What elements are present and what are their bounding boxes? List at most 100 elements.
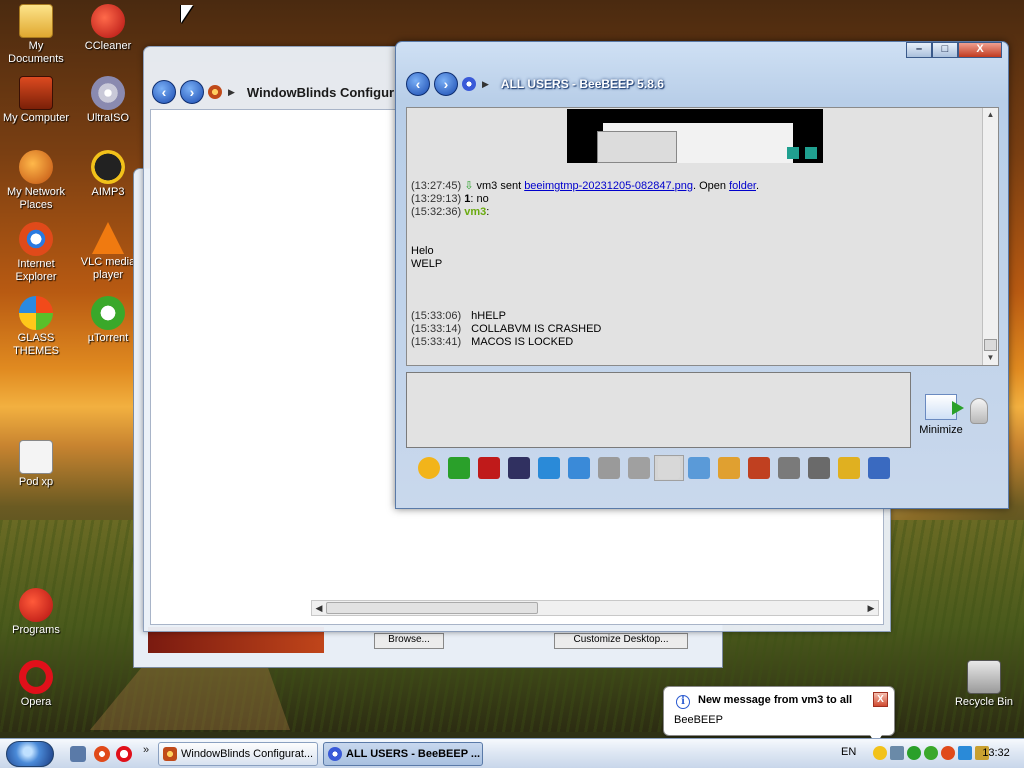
beebeep-logo-icon <box>462 77 476 91</box>
network-icon <box>19 150 53 184</box>
security-tray-icon[interactable] <box>941 746 955 760</box>
send-message-icon <box>925 394 964 420</box>
desktop-icon-label: Internet Explorer <box>15 258 57 283</box>
opera-quicklaunch-icon[interactable] <box>116 746 132 762</box>
chat-line: (15:33:06) hHELP <box>411 310 977 323</box>
emoticon-button[interactable] <box>414 455 444 481</box>
desktop-icon-label: Opera <box>20 696 52 708</box>
chat-text: . <box>756 180 760 192</box>
scroll-down-icon[interactable]: ▼ <box>983 351 998 365</box>
desktop-icon-label: Programs <box>12 624 60 636</box>
desktop-icon-label: My Documents <box>8 40 64 65</box>
microphone-icon[interactable] <box>970 398 988 424</box>
send-file-button[interactable] <box>684 455 714 481</box>
utorrent-tray-icon[interactable] <box>924 746 938 760</box>
send-button[interactable]: Minimize <box>919 394 964 436</box>
scroll-right-icon[interactable]: ▶ <box>864 601 878 615</box>
screenshot-icon <box>808 457 830 479</box>
notification-balloon[interactable]: i New message from vm3 to all BeeBEEP X <box>663 686 895 745</box>
text-case-icon <box>628 457 650 479</box>
font-button[interactable] <box>474 455 504 481</box>
vlc-cone-icon <box>92 222 124 254</box>
forward-arrow-icon[interactable]: › <box>180 80 204 104</box>
image-thumbnail[interactable] <box>567 109 823 163</box>
desktop-icon-recycle-bin[interactable]: Recycle Bin <box>948 660 1020 709</box>
windowblinds-toolbar: ‹ › ▶ WindowBlinds Configur <box>152 77 394 107</box>
html-code-icon <box>748 457 770 479</box>
vertical-scrollbar[interactable]: ▲ ▼ <box>982 108 998 365</box>
desktop-icon-opera[interactable]: Opera <box>0 660 72 709</box>
save-icon <box>868 457 890 479</box>
desktop-icon-pod-xp[interactable]: Pod xp <box>0 440 72 489</box>
window-title: ALL USERS - BeeBEEP 5.8.6 <box>500 77 664 91</box>
notes-button[interactable] <box>834 455 864 481</box>
start-button[interactable] <box>6 741 54 767</box>
notification-close-button[interactable]: X <box>873 692 888 707</box>
clock[interactable]: 13:32 <box>972 747 1020 759</box>
desktop-icon-my-network-places[interactable]: My Network Places <box>0 150 72 212</box>
taskbar-button-label: ALL USERS - BeeBEEP ... <box>346 748 481 760</box>
maximize-window-button[interactable]: □ <box>932 42 958 58</box>
scrollbar-thumb[interactable] <box>326 602 538 614</box>
filter-button[interactable] <box>534 455 564 481</box>
desktop-icon-label: My Network Places <box>6 186 66 211</box>
taskbar-button-beebeep[interactable]: ALL USERS - BeeBEEP ... <box>323 742 483 766</box>
music-note-button[interactable] <box>654 455 684 481</box>
chat-text: . Open <box>693 180 730 192</box>
taskbar-button-windowblinds[interactable]: WindowBlinds Configurat... <box>158 742 318 766</box>
back-arrow-icon[interactable]: ‹ <box>406 72 430 96</box>
firefox-icon[interactable] <box>94 746 110 762</box>
chat-text: MACOS IS LOCKED <box>471 336 574 348</box>
quicklaunch-more-icon[interactable]: » <box>143 744 149 756</box>
minimize-window-button[interactable]: – <box>906 42 932 58</box>
desktop-icon-label: My Computer <box>2 112 70 124</box>
customize-desktop-button[interactable]: Customize Desktop... <box>554 633 688 649</box>
horizontal-scrollbar[interactable]: ◀ ▶ <box>311 600 879 616</box>
record-button[interactable] <box>774 455 804 481</box>
chevron-down-button[interactable] <box>444 455 474 481</box>
forward-arrow-icon[interactable]: › <box>434 72 458 96</box>
chat-lines: (13:27:45) ⇩ vm3 sent beeimgtmp-20231205… <box>411 180 977 349</box>
back-arrow-icon[interactable]: ‹ <box>152 80 176 104</box>
browse-button[interactable]: Browse... <box>374 633 444 649</box>
file-link[interactable]: beeimgtmp-20231205-082847.png <box>524 180 693 192</box>
scroll-up-icon[interactable]: ▲ <box>983 108 998 122</box>
network-tray-icon[interactable] <box>890 746 904 760</box>
chat-text: vm3 sent <box>476 180 525 192</box>
desktop-icon-label: AIMP3 <box>91 186 125 198</box>
close-window-button[interactable]: X <box>958 42 1002 58</box>
settings-gear-button[interactable] <box>564 455 594 481</box>
windowblinds-logo-icon <box>163 747 177 761</box>
beebeep-tray-icon[interactable] <box>873 746 887 760</box>
html-code-button[interactable] <box>744 455 774 481</box>
desktop-icon-ccleaner[interactable]: CCleaner <box>72 4 144 53</box>
magic-wand-button[interactable] <box>504 455 534 481</box>
chat-history[interactable]: (13:27:45) ⇩ vm3 sent beeimgtmp-20231205… <box>406 107 999 366</box>
desktop-icon-glass-themes[interactable]: GLASS THEMES <box>0 296 72 358</box>
scrollbar-thumb[interactable] <box>984 339 997 351</box>
monitor-tray-icon[interactable] <box>958 746 972 760</box>
scroll-left-icon[interactable]: ◀ <box>312 601 326 615</box>
screenshot-button[interactable] <box>804 455 834 481</box>
desktop-icon-my-documents[interactable]: My Documents <box>0 4 72 66</box>
spellcheck-icon <box>598 457 620 479</box>
language-indicator[interactable]: EN <box>841 746 861 758</box>
desktop-icon-internet-explorer[interactable]: Internet Explorer <box>0 222 72 284</box>
shield-tray-icon[interactable] <box>907 746 921 760</box>
text-case-button[interactable] <box>624 455 654 481</box>
windowblinds-logo-icon <box>208 85 222 99</box>
magic-wand-icon <box>508 457 530 479</box>
folder-link[interactable]: folder <box>729 180 756 192</box>
desktop-icon-ultraiso[interactable]: UltraISO <box>72 76 144 125</box>
desktop-icon-my-computer[interactable]: My Computer <box>0 76 72 125</box>
show-desktop-icon[interactable] <box>70 746 86 762</box>
save-button[interactable] <box>864 455 894 481</box>
chat-text: hHELP <box>471 310 507 322</box>
send-folder-button[interactable] <box>714 455 744 481</box>
message-input[interactable] <box>406 372 911 448</box>
spellcheck-button[interactable] <box>594 455 624 481</box>
notification-title: New message from vm3 to all <box>698 694 853 706</box>
desktop-icon-programs[interactable]: Programs <box>0 588 72 637</box>
disc-icon <box>91 76 125 110</box>
taskbar-button-label: WindowBlinds Configurat... <box>181 748 314 760</box>
